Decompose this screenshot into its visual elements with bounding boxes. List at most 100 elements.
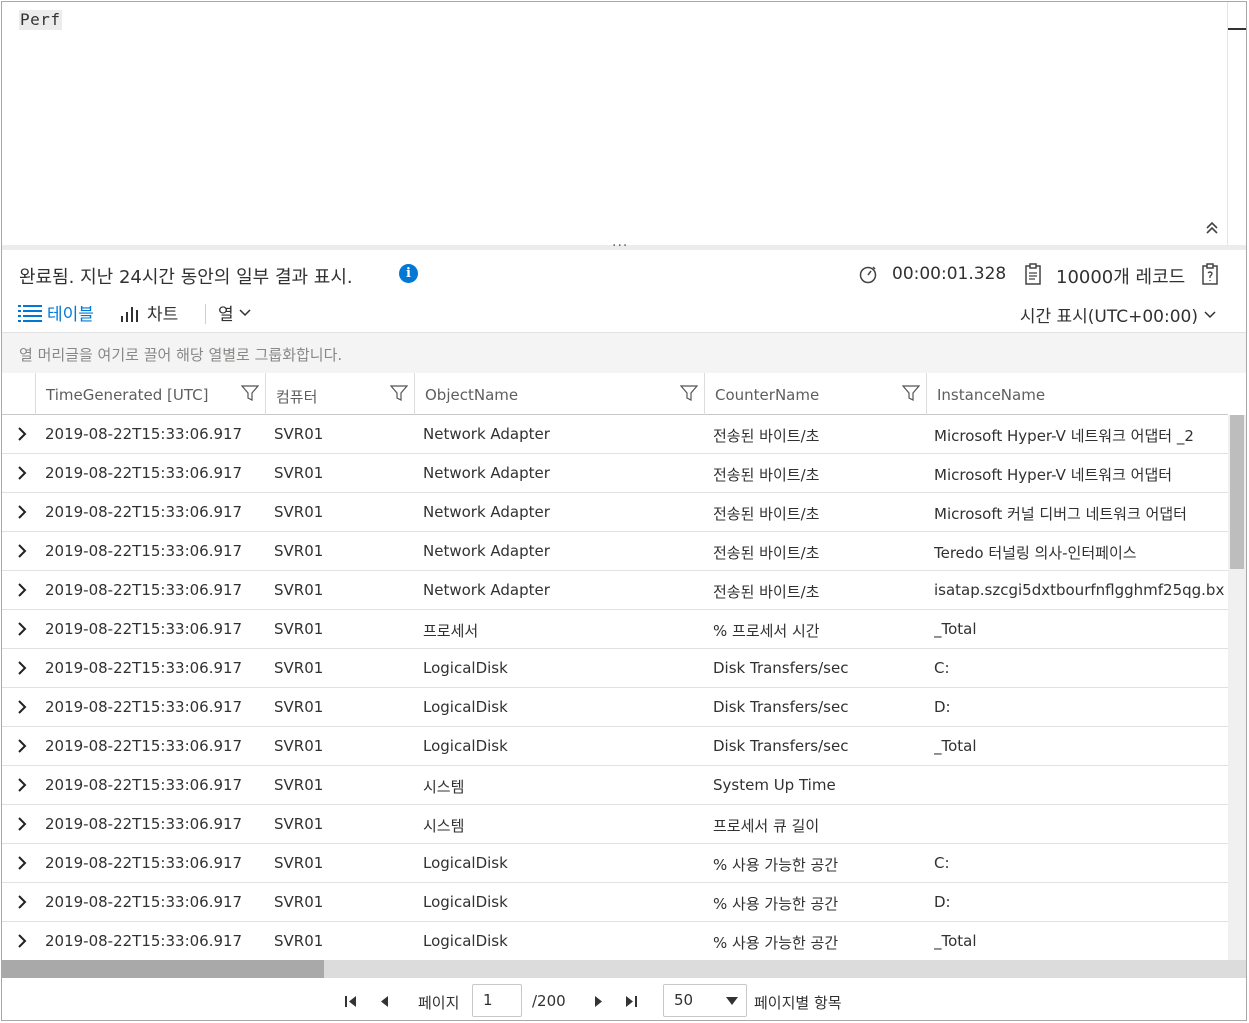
table-row[interactable]: 2019-08-22T15:33:06.917 SVR01 프로세서 % 프로세서 시… — [2, 610, 1228, 649]
grid-vertical-scrollbar[interactable] — [1228, 415, 1246, 960]
table-list-icon — [18, 304, 42, 322]
cell-timegenerated: 2019-08-22T15:33:06.917 — [45, 698, 243, 716]
cell-countername: 전송된 바이트/초 — [713, 583, 820, 601]
chevron-right-icon[interactable] — [16, 466, 28, 480]
cell-countername: Disk Transfers/sec — [713, 737, 849, 755]
chevron-right-icon[interactable] — [16, 505, 28, 519]
cell-computer: SVR01 — [274, 503, 324, 521]
cell-countername: % 사용 가능한 공간 — [713, 934, 839, 952]
cell-timegenerated: 2019-08-22T15:33:06.917 — [45, 620, 243, 638]
pagination-bar: 페이지 1 /200 50 페이지별 항목 — [2, 978, 1246, 1020]
columns-dropdown[interactable]: 열 — [218, 300, 251, 325]
log-analytics-window: Perf ··· 완료됨. 지난 24시간 동안의 일부 결과 표시. i 00… — [1, 1, 1247, 1021]
chevron-right-icon[interactable] — [16, 622, 28, 636]
cell-countername: 전송된 바이트/초 — [713, 466, 820, 484]
chevron-right-icon[interactable] — [16, 583, 28, 597]
table-row[interactable]: 2019-08-22T15:33:06.917 SVR01 Network Adap… — [2, 532, 1228, 571]
chevron-right-icon[interactable] — [16, 661, 28, 675]
cell-instancename: D: — [934, 698, 951, 716]
first-page-icon[interactable] — [340, 990, 362, 1012]
column-header-instancename[interactable]: InstanceName — [926, 373, 1228, 415]
cell-computer: SVR01 — [274, 620, 324, 638]
filter-icon[interactable] — [241, 384, 259, 402]
horizontal-scroll-thumb[interactable] — [2, 960, 324, 978]
tab-table-label: 테이블 — [47, 305, 94, 325]
cell-countername: % 사용 가능한 공간 — [713, 856, 839, 874]
time-display-dropdown[interactable]: 시간 표시(UTC+00:00) — [1020, 302, 1216, 327]
prev-page-icon[interactable] — [373, 990, 395, 1012]
info-icon[interactable]: i — [399, 264, 418, 283]
cell-instancename: _Total — [934, 620, 977, 638]
table-row[interactable]: 2019-08-22T15:33:06.917 SVR01 LogicalDisk D… — [2, 727, 1228, 766]
table-row[interactable]: 2019-08-22T15:33:06.917 SVR01 Network Adap… — [2, 493, 1228, 532]
column-header-countername[interactable]: CounterName — [704, 373, 926, 415]
query-text[interactable]: Perf — [19, 10, 62, 30]
cell-instancename: _Total — [934, 932, 977, 950]
cell-objectname: Network Adapter — [423, 464, 550, 482]
cell-instancename: isatap.szcgi5dxtbourfnflgghmf25qg.bx.int… — [934, 581, 1226, 599]
query-editor[interactable]: Perf — [2, 2, 1246, 245]
cell-computer: SVR01 — [274, 737, 324, 755]
next-page-icon[interactable] — [588, 990, 610, 1012]
tab-chart-label: 차트 — [147, 305, 179, 325]
filter-icon[interactable] — [902, 384, 920, 402]
column-header-label: CounterName — [715, 386, 820, 404]
last-page-icon[interactable] — [620, 990, 642, 1012]
chevron-right-icon[interactable] — [16, 427, 28, 441]
collapse-editor-button[interactable] — [1202, 220, 1222, 240]
cell-objectname: Network Adapter — [423, 503, 550, 521]
splitter-handle-icon[interactable]: ··· — [612, 238, 628, 254]
cell-objectname: LogicalDisk — [423, 854, 508, 872]
tab-chart[interactable]: 차트 — [120, 300, 178, 325]
chevron-right-icon[interactable] — [16, 778, 28, 792]
status-message: 완료됨. 지난 24시간 동안의 일부 결과 표시. — [19, 267, 353, 288]
cell-countername: % 사용 가능한 공간 — [713, 895, 839, 913]
chevron-right-icon[interactable] — [16, 856, 28, 870]
page-number-input[interactable]: 1 — [472, 984, 522, 1017]
double-chevron-up-icon — [1206, 221, 1218, 234]
cell-objectname: 프로세서 — [423, 622, 479, 640]
column-header-computer[interactable]: 컴퓨터 — [265, 373, 414, 415]
chevron-right-icon[interactable] — [16, 739, 28, 753]
table-row[interactable]: 2019-08-22T15:33:06.917 SVR01 LogicalDisk D… — [2, 649, 1228, 688]
grid-horizontal-scrollbar[interactable] — [2, 960, 1246, 978]
filter-icon[interactable] — [390, 384, 408, 402]
cell-timegenerated: 2019-08-22T15:33:06.917 — [45, 464, 243, 482]
table-row[interactable]: 2019-08-22T15:33:06.917 SVR01 LogicalDisk%… — [2, 844, 1228, 883]
timer-icon — [859, 266, 877, 284]
table-row[interactable]: 2019-08-22T15:33:06.917 SVR01 LogicalDisk%… — [2, 922, 1228, 960]
grid-body: 2019-08-22T15:33:06.917 SVR01 Network Adap… — [2, 415, 1228, 960]
vertical-scroll-thumb[interactable] — [1230, 415, 1244, 569]
table-row[interactable]: 2019-08-22T15:33:06.917 SVR01 시스템 프로세서 큐 길이 — [2, 805, 1228, 844]
chevron-right-icon[interactable] — [16, 934, 28, 948]
chevron-right-icon[interactable] — [16, 895, 28, 909]
table-row[interactable]: 2019-08-22T15:33:06.917 SVR01 Network Adap… — [2, 454, 1228, 493]
filter-icon[interactable] — [680, 384, 698, 402]
cell-countername: 전송된 바이트/초 — [713, 427, 820, 445]
chevron-right-icon[interactable] — [16, 700, 28, 714]
table-row[interactable]: 2019-08-22T15:33:06.917 SVR01 LogicalDisk D… — [2, 688, 1228, 727]
caret-down-icon — [726, 997, 738, 1005]
record-count: 10000개 레코드 — [1056, 267, 1186, 288]
cell-computer: SVR01 — [274, 581, 324, 599]
cell-objectname: LogicalDisk — [423, 698, 508, 716]
cell-computer: SVR01 — [274, 659, 324, 677]
chevron-right-icon[interactable] — [16, 544, 28, 558]
page-size-select[interactable]: 50 — [663, 984, 747, 1017]
table-row[interactable]: 2019-08-22T15:33:06.917 SVR01 LogicalDisk%… — [2, 883, 1228, 922]
table-row[interactable]: 2019-08-22T15:33:06.917 SVR01 시스템 System Up… — [2, 766, 1228, 805]
column-header-objectname[interactable]: ObjectName — [414, 373, 704, 415]
page-size-value: 50 — [674, 991, 694, 1009]
column-header-label: InstanceName — [937, 386, 1046, 404]
cell-computer: SVR01 — [274, 464, 324, 482]
cell-timegenerated: 2019-08-22T15:33:06.917 — [45, 815, 243, 833]
column-header-timegenerated[interactable]: TimeGenerated [UTC] — [35, 373, 265, 415]
tab-table[interactable]: 테이블 — [18, 300, 94, 325]
table-row[interactable]: 2019-08-22T15:33:06.917 SVR01 Network Adap… — [2, 571, 1228, 610]
table-row[interactable]: 2019-08-22T15:33:06.917 SVR01 Network Adap… — [2, 415, 1228, 454]
cell-countername: 전송된 바이트/초 — [713, 505, 820, 523]
results-toolbar: 테이블 차트 열 시간 표시(UTC+00:00) — [2, 294, 1246, 332]
copy-icon[interactable] — [1201, 263, 1219, 285]
chevron-right-icon[interactable] — [16, 817, 28, 831]
group-by-drop-zone[interactable]: 열 머리글을 여기로 끌어 해당 열별로 그룹화합니다. — [2, 332, 1246, 373]
